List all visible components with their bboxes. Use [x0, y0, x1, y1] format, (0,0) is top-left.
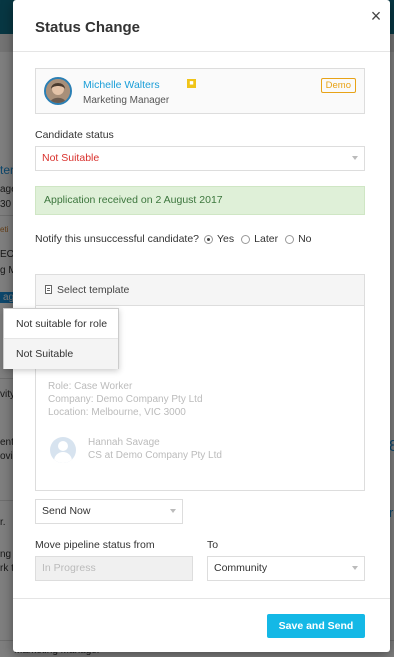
- pipeline-from-field: In Progress: [35, 556, 193, 581]
- chevron-down-icon: [170, 509, 176, 513]
- send-option-select[interactable]: Send Now: [35, 499, 183, 524]
- modal-footer: Save and Send: [13, 598, 390, 652]
- modal-title: Status Change: [35, 19, 141, 36]
- save-and-send-button[interactable]: Save and Send: [267, 614, 365, 638]
- signature-avatar: [50, 437, 76, 463]
- flag-icon: ■: [187, 79, 196, 88]
- pipeline-from-value: In Progress: [42, 562, 96, 574]
- candidate-card: Michelle Walters ■ Marketing Manager Dem…: [35, 68, 365, 114]
- candidate-name[interactable]: Michelle Walters: [83, 79, 160, 91]
- pipeline-to-value: Community: [214, 562, 268, 574]
- application-received-alert: Application received on 2 August 2017: [35, 186, 365, 215]
- candidate-status-label: Candidate status: [35, 129, 114, 141]
- signature-title: CS at Demo Company Pty Ltd: [88, 450, 222, 461]
- pipeline-from-label: Move pipeline status from: [35, 539, 155, 551]
- notify-options: Notify this unsuccessful candidate? Yes …: [35, 232, 312, 246]
- notify-yes-label[interactable]: Yes: [217, 233, 234, 245]
- chevron-down-icon: [352, 566, 358, 570]
- signature-name: Hannah Savage: [88, 437, 160, 448]
- notify-no-radio[interactable]: [285, 234, 295, 244]
- template-option[interactable]: Not Suitable: [4, 339, 118, 369]
- modal-header: Status Change: [13, 0, 390, 52]
- candidate-status-select[interactable]: Not Suitable: [35, 146, 365, 171]
- demo-badge: Demo: [320, 78, 356, 93]
- email-body[interactable]: Role: Case Worker Company: Demo Company …: [48, 380, 203, 419]
- notify-question: Notify this unsuccessful candidate?: [35, 233, 200, 245]
- candidate-avatar: [44, 77, 72, 105]
- notify-yes-radio[interactable]: [204, 234, 214, 244]
- candidate-role: Marketing Manager: [83, 95, 170, 106]
- close-icon[interactable]: ×: [366, 6, 386, 26]
- chevron-down-icon: [352, 156, 358, 160]
- notify-no-label[interactable]: No: [298, 233, 311, 245]
- email-editor[interactable]: Select template Role: Case Worker Compan…: [35, 274, 365, 491]
- pipeline-to-label: To: [207, 539, 219, 551]
- template-icon: [45, 285, 52, 294]
- template-dropdown: Not suitable for role Not Suitable: [3, 308, 119, 369]
- notify-later-radio[interactable]: [241, 234, 251, 244]
- send-option-value: Send Now: [42, 505, 91, 517]
- email-body-line: Role: Case Worker: [48, 381, 133, 392]
- candidate-status-value: Not Suitable: [42, 152, 100, 164]
- notify-later-label[interactable]: Later: [254, 233, 278, 245]
- email-toolbar: Select template: [36, 275, 364, 306]
- pipeline-to-select[interactable]: Community: [207, 556, 365, 581]
- email-signature: Hannah Savage CS at Demo Company Pty Ltd: [88, 436, 222, 462]
- select-template-button[interactable]: Select template: [57, 284, 129, 296]
- email-body-line: Company: Demo Company Pty Ltd: [48, 394, 203, 405]
- template-option[interactable]: Not suitable for role: [4, 309, 118, 339]
- email-body-line: Location: Melbourne, VIC 3000: [48, 407, 186, 418]
